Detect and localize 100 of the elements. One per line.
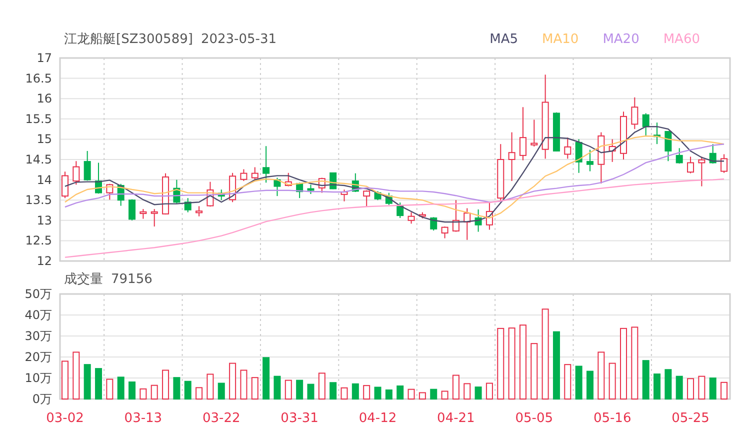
y-axis-label: 15 (36, 132, 52, 146)
volume-bar (396, 385, 404, 400)
y-axis-label: 14 (36, 172, 52, 187)
candlestick (598, 132, 605, 184)
stock-name: 江龙船艇[SZ300589] (64, 31, 193, 49)
y-axis-label: 16.5 (25, 71, 52, 86)
volume-bar (664, 369, 672, 400)
volume-bar (128, 382, 136, 400)
y-axis-label: 12.5 (25, 234, 52, 248)
volume-bar (262, 357, 270, 400)
candlestick (408, 212, 415, 224)
volume-bar (296, 380, 304, 400)
volume-bar (274, 376, 281, 400)
x-axis-label: 05-16 (593, 411, 632, 426)
volume-bar (385, 389, 392, 400)
volume-bar (598, 352, 605, 400)
candlestick (128, 198, 136, 221)
volume-bar (586, 370, 594, 400)
volume-bar (196, 387, 203, 400)
candlestick (162, 172, 170, 215)
volume-bar (240, 370, 248, 400)
volume-bar (251, 377, 258, 400)
candlestick (474, 208, 482, 232)
candlestick (117, 183, 124, 206)
candlestick (530, 119, 538, 147)
candlestick (95, 162, 102, 194)
volume-bar (150, 384, 158, 400)
volume-bar (464, 383, 471, 400)
candlestick (284, 172, 292, 187)
candlestick (519, 106, 526, 161)
candlestick (676, 148, 683, 164)
volume-bar (106, 378, 114, 400)
volume-bar (530, 343, 538, 400)
volume-bar (140, 388, 147, 400)
volume-bar (720, 382, 728, 400)
candlestick (486, 202, 493, 230)
volume-value: 79156 (111, 271, 152, 289)
candlestick (62, 171, 68, 199)
candlestick (352, 172, 359, 192)
volume-bar (408, 388, 415, 400)
y-axis-label: 15.5 (25, 112, 52, 126)
x-axis-label: 03-31 (280, 411, 318, 426)
candlestick (340, 189, 348, 202)
candlestick (385, 192, 392, 206)
candlestick (150, 208, 158, 227)
candlestick (687, 156, 694, 174)
candlestick (296, 182, 304, 199)
y-axis-label: 13.5 (25, 193, 52, 208)
volume-label: 成交量 (64, 271, 103, 289)
x-axis-label: 04-12 (358, 411, 397, 426)
volume-bar (284, 380, 292, 400)
volume-bar (229, 362, 236, 400)
candlestick (564, 137, 572, 160)
y-axis-label: 13 (36, 213, 52, 228)
volume-bar (452, 374, 460, 400)
candlestick (720, 154, 728, 174)
volume-bar (620, 328, 627, 400)
volume-bar (218, 382, 225, 400)
volume-bar (117, 376, 124, 400)
y-axis-label: 0万 (32, 392, 52, 406)
candlestick (374, 190, 382, 201)
volume-bar (62, 360, 68, 400)
candlestick (206, 181, 214, 208)
volume-bar (676, 376, 683, 400)
x-axis-label: 05-25 (672, 411, 710, 426)
candlestick (508, 132, 516, 182)
volume-bar (307, 384, 314, 400)
candlestick (84, 150, 91, 182)
candlestick (318, 177, 326, 194)
x-axis-label: 03-22 (202, 411, 240, 426)
volume-bar (654, 374, 660, 400)
candlestick (642, 112, 650, 136)
volume-bar (84, 364, 91, 400)
volume-bar (318, 372, 326, 400)
volume-bar (374, 386, 382, 400)
y-axis-label: 12 (36, 254, 52, 268)
y-axis-label: 30万 (24, 329, 52, 343)
volume-bar (608, 362, 616, 400)
candlestick (196, 206, 203, 217)
chart-date: 2023-05-31 (200, 31, 276, 49)
volume-bar (564, 364, 572, 400)
candlestick (72, 160, 80, 186)
y-axis-label: 10万 (24, 371, 52, 385)
y-axis-label: 17 (36, 51, 52, 65)
volume-bar (497, 328, 504, 400)
volume-bar (486, 382, 493, 400)
volume-bar (72, 352, 80, 400)
volume-bar (418, 392, 426, 400)
candlestick (418, 212, 426, 219)
candlestick (173, 179, 180, 204)
candlestick (552, 112, 560, 152)
y-axis-label: 14.5 (25, 152, 52, 166)
volume-bar (687, 378, 694, 400)
y-axis-label: 16 (36, 92, 52, 106)
candlestick (140, 208, 147, 220)
candlestick (698, 156, 706, 187)
volume-bar (363, 385, 370, 400)
candlestick (452, 200, 460, 232)
candlestick (664, 130, 672, 162)
candlestick (620, 111, 627, 160)
